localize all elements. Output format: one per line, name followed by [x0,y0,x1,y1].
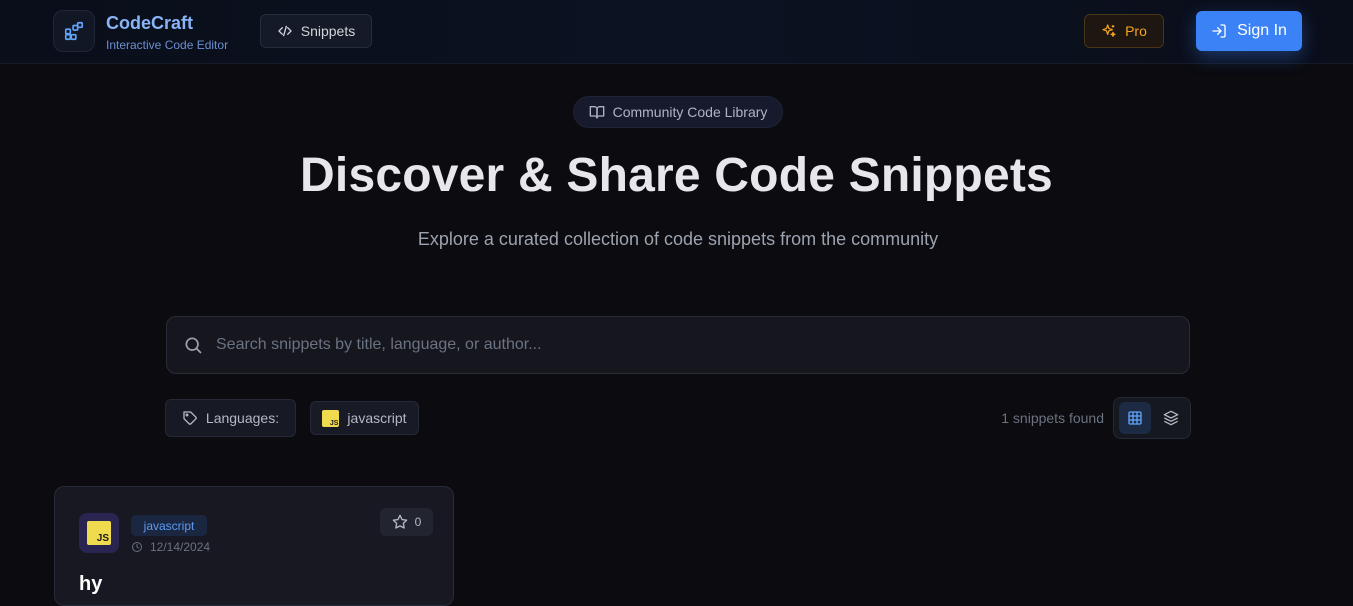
languages-filter-label: Languages: [165,399,296,437]
languages-label-text: Languages: [205,410,280,426]
pro-button[interactable]: Pro [1084,14,1164,48]
search-bar [166,316,1190,374]
view-toggle [1113,397,1191,439]
star-button[interactable]: 0 [380,508,433,536]
snippet-card[interactable]: JS javascript 12/14/2024 0 hy [54,486,454,606]
book-open-icon [589,106,604,119]
sign-in-button[interactable]: Sign In [1196,11,1302,51]
brand-subtitle: Interactive Code Editor [106,38,229,52]
grid-icon [1128,411,1142,425]
tag-icon [183,411,197,425]
card-language-icon: JS [79,513,119,553]
snippet-date: 12/14/2024 [131,540,210,554]
grid-view-button[interactable] [1119,402,1151,434]
star-count: 0 [414,515,422,529]
result-count: 1 snippets found [1001,410,1104,426]
code-icon [278,25,292,37]
language-chip-javascript[interactable]: JS javascript [310,401,419,435]
search-input[interactable] [216,317,1189,373]
js-logo-icon: JS [322,409,340,427]
snippet-date-text: 12/14/2024 [150,540,211,554]
snippets-nav-button[interactable]: Snippets [260,14,372,48]
page-title: Discover & Share Code Snippets [300,149,1053,202]
clock-icon [132,542,142,552]
community-library-badge: Community Code Library [573,96,783,128]
brand-title[interactable]: CodeCraft [106,13,193,34]
pro-label: Pro [1125,23,1147,39]
top-navbar: CodeCraft Interactive Code Editor Snippe… [0,0,1353,64]
language-chip-label: javascript [347,410,407,426]
star-icon [392,514,407,529]
layers-icon [1163,410,1179,426]
language-tag: javascript [131,515,207,536]
blocks-logo-icon [64,21,84,41]
layers-view-button[interactable] [1155,402,1187,434]
app-logo[interactable] [53,10,95,52]
badge-label: Community Code Library [612,104,768,120]
snippet-title[interactable]: hy [79,573,102,596]
snippets-nav-label: Snippets [300,23,356,39]
js-logo-icon: JS [87,521,111,545]
log-in-icon [1212,24,1226,38]
sign-in-label: Sign In [1237,22,1287,39]
sparkles-icon [1102,24,1116,37]
search-icon [183,335,203,355]
page-subtitle: Explore a curated collection of code sni… [417,229,939,249]
